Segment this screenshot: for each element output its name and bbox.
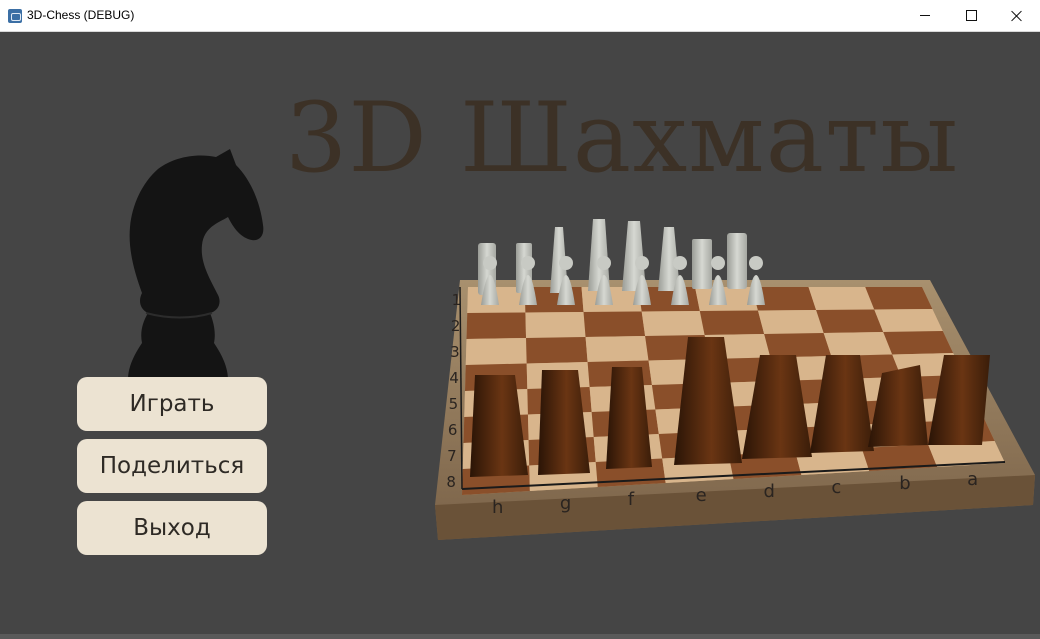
light-rook [727, 233, 747, 289]
board-square[interactable] [883, 331, 954, 355]
board-square[interactable] [764, 333, 832, 358]
game-title: 3D Шахматы [285, 82, 960, 194]
board-square[interactable] [874, 309, 943, 332]
board-square[interactable] [466, 312, 527, 340]
rank-label: 4 [449, 369, 459, 387]
light-pawn-head [673, 256, 687, 270]
board-square[interactable] [465, 338, 527, 365]
board-square[interactable] [583, 311, 646, 338]
app-icon [8, 9, 22, 23]
rank-label: 7 [447, 447, 457, 465]
file-label: g [560, 493, 571, 514]
file-label: b [899, 473, 910, 494]
light-pawn-head [521, 256, 535, 270]
chess-board-3d[interactable]: 12345678 hgfedcba [430, 205, 1040, 550]
close-icon [1011, 10, 1023, 22]
minimize-icon [920, 15, 930, 16]
light-pawn-head [597, 256, 611, 270]
rank-label: 6 [448, 421, 458, 439]
close-button[interactable] [994, 0, 1040, 31]
light-pawn [747, 275, 765, 305]
minimize-button[interactable] [902, 0, 948, 31]
board-square[interactable] [757, 310, 824, 334]
board-square[interactable] [865, 287, 933, 310]
board-square[interactable] [816, 309, 884, 334]
board-square[interactable] [641, 311, 705, 336]
light-pawn-head [711, 256, 725, 270]
light-pawn-head [635, 256, 649, 270]
rank-label: 2 [451, 317, 461, 335]
board-square[interactable] [525, 312, 586, 338]
file-label: c [831, 477, 841, 498]
rank-label: 5 [449, 395, 459, 413]
light-pawn-head [559, 256, 573, 270]
light-pawn-head [749, 256, 763, 270]
file-label: f [628, 489, 635, 510]
file-label: e [696, 485, 707, 506]
bottom-border [0, 634, 1040, 639]
light-knight [692, 239, 712, 289]
window-title: 3D-Chess (DEBUG) [27, 8, 135, 22]
board-square[interactable] [585, 336, 649, 362]
light-pawn-head [483, 256, 497, 270]
file-label: h [492, 497, 503, 518]
board-square[interactable] [823, 332, 893, 356]
board-square[interactable] [808, 287, 875, 310]
share-button[interactable]: Поделиться [77, 439, 267, 493]
maximize-icon [965, 10, 977, 21]
rank-label: 3 [450, 343, 460, 361]
board-square[interactable] [526, 337, 588, 364]
board-square[interactable] [699, 310, 765, 336]
maximize-button[interactable] [948, 0, 994, 31]
file-label: d [763, 481, 774, 502]
game-window: 3D-Chess (DEBUG) 3D Шахматы Играть Подел… [0, 0, 1040, 639]
knight-icon [128, 149, 264, 380]
exit-button[interactable]: Выход [77, 501, 267, 555]
title-bar[interactable]: 3D-Chess (DEBUG) [0, 0, 1040, 32]
rank-label: 8 [446, 473, 456, 491]
file-label: a [967, 469, 978, 490]
play-button[interactable]: Играть [77, 377, 267, 431]
